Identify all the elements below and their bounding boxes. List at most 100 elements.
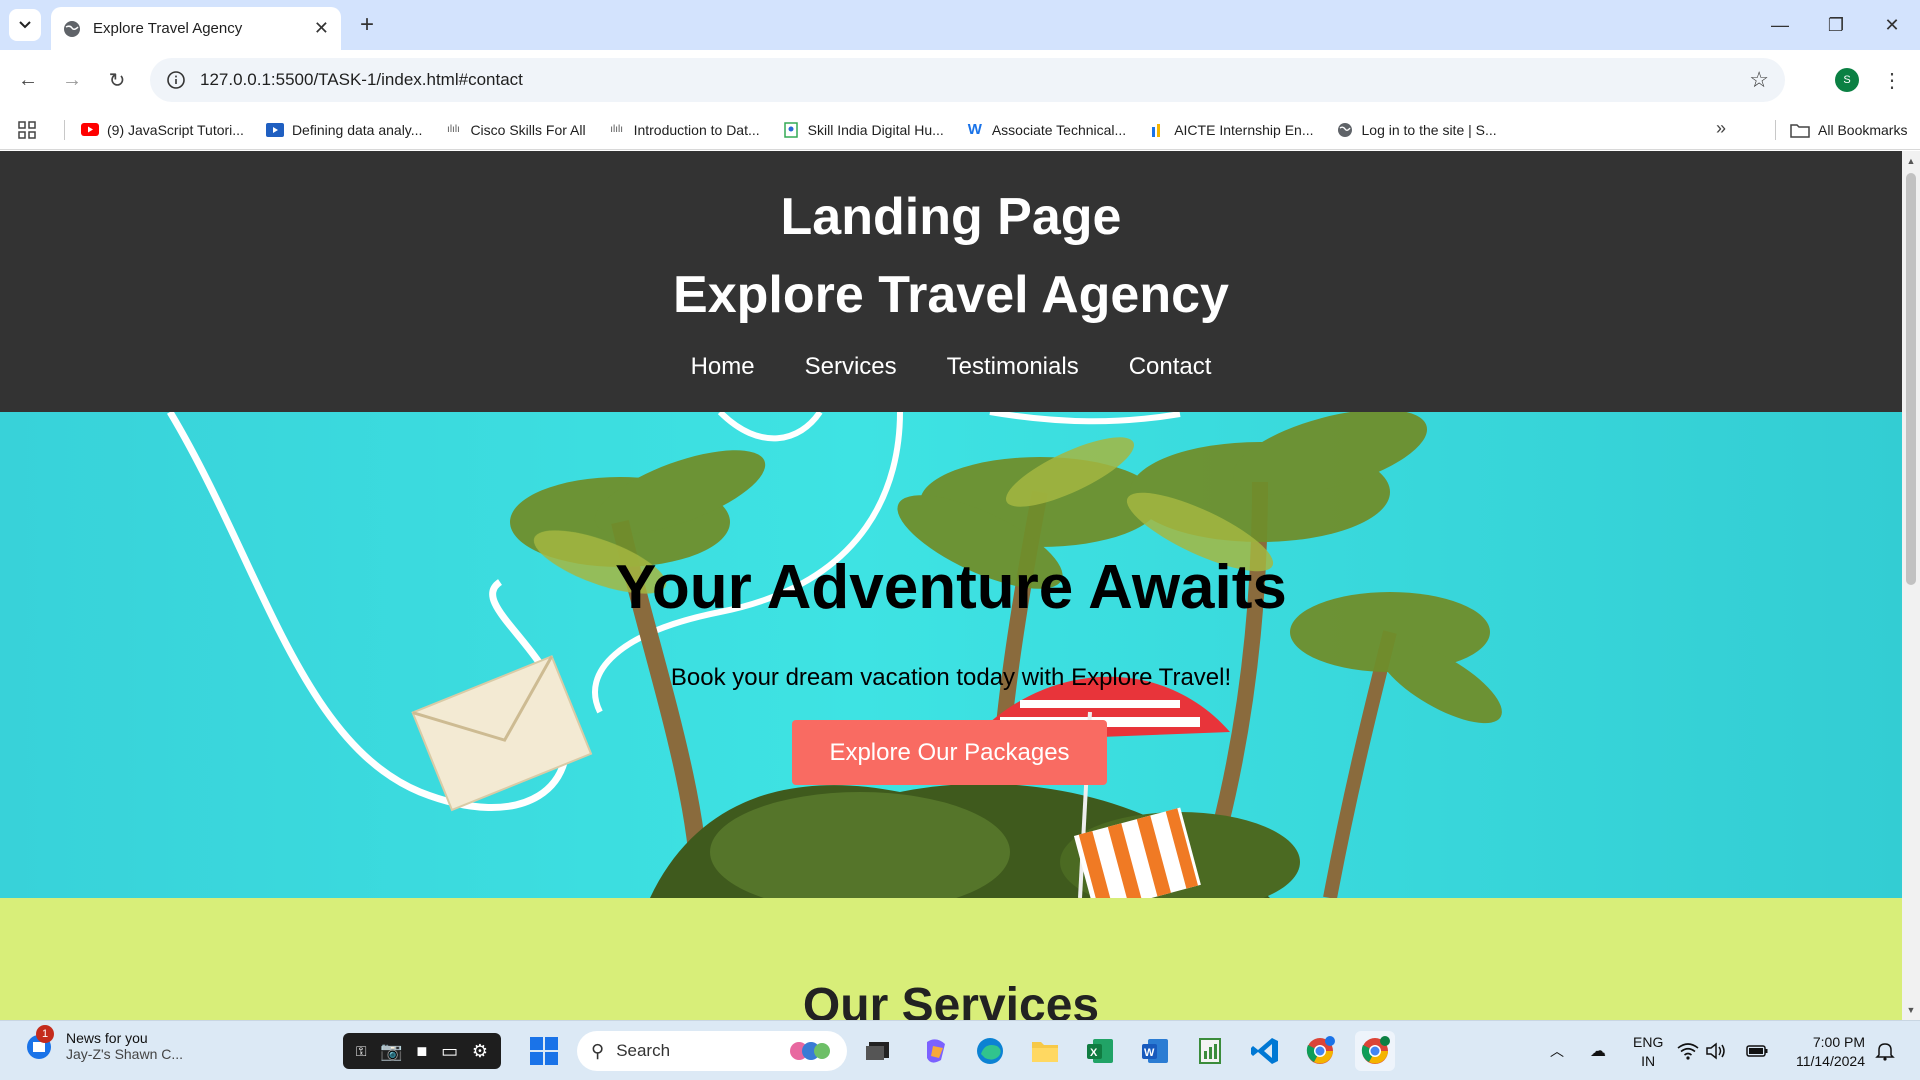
all-bookmarks-button[interactable]: All Bookmarks	[1775, 120, 1907, 140]
task-view-icon[interactable]	[858, 1031, 898, 1071]
file-explorer-icon[interactable]	[1025, 1031, 1065, 1071]
clock-date: 11/14/2024	[1795, 1053, 1865, 1069]
wifi-icon[interactable]	[1676, 1031, 1700, 1071]
header-title: Landing Page	[780, 188, 1122, 246]
cisco-icon: ılılı	[447, 124, 460, 135]
bookmark-item[interactable]: W Associate Technical...	[966, 121, 1127, 138]
gear-icon[interactable]: ⚙	[472, 1041, 488, 1062]
camera-icon[interactable]: 📷	[380, 1041, 402, 1062]
aicte-icon	[1148, 122, 1166, 138]
nav-link-services[interactable]: Services	[805, 353, 897, 381]
scroll-down-icon[interactable]: ▼	[1902, 1002, 1920, 1018]
notification-bell-icon[interactable]	[1872, 1031, 1898, 1071]
bookmark-item[interactable]: Defining data analy...	[265, 121, 423, 138]
news-badge: 1	[36, 1025, 54, 1043]
forward-button[interactable]: →	[56, 64, 88, 96]
tab-search-button[interactable]	[9, 9, 41, 41]
bookmark-label: Cisco Skills For All	[470, 121, 586, 138]
bookmark-item[interactable]: ılılı Introduction to Dat...	[608, 121, 760, 138]
bookmark-star-icon[interactable]: ☆	[1749, 67, 1769, 93]
w-icon: W	[967, 121, 982, 138]
address-bar[interactable]: 127.0.0.1:5500/TASK-1/index.html#contact…	[150, 58, 1785, 102]
onedrive-offline-icon[interactable]: ☁	[1590, 1041, 1606, 1061]
news-title: News for you	[66, 1030, 148, 1046]
chevron-up-icon[interactable]: ︿	[1550, 1041, 1564, 1061]
bookmark-label: Associate Technical...	[991, 121, 1127, 138]
scroll-up-icon[interactable]: ▲	[1902, 153, 1920, 169]
back-button[interactable]: ←	[12, 64, 44, 96]
active-tab[interactable]: Explore Travel Agency ✕	[51, 7, 341, 50]
scrollbar-thumb[interactable]	[1906, 173, 1916, 585]
site-header: Landing Page Explore Travel Agency Home …	[0, 151, 1902, 412]
news-widget[interactable]: 1 News for you Jay-Z's Shawn C...	[22, 1025, 184, 1063]
system-clock[interactable]: 7:00 PM 11/14/2024	[1785, 1033, 1865, 1071]
nav-link-testimonials[interactable]: Testimonials	[947, 353, 1079, 381]
window-capture-icon[interactable]: ▭	[441, 1041, 458, 1062]
minimize-button[interactable]: —	[1752, 0, 1808, 50]
svg-text:W: W	[1144, 1047, 1155, 1059]
page-scrollbar[interactable]: ▲ ▼	[1902, 151, 1920, 1020]
browser-toolbar: ← → ↻ 127.0.0.1:5500/TASK-1/index.html#c…	[0, 50, 1920, 110]
globe-icon	[1336, 122, 1354, 138]
bookmark-label: Log in to the site | S...	[1361, 121, 1497, 138]
hero-background-image	[166, 412, 1502, 898]
bookmark-item[interactable]: ılılı Cisco Skills For All	[444, 121, 586, 138]
tab-close-icon[interactable]: ✕	[314, 18, 329, 39]
browser-menu-icon[interactable]: ⋮	[1882, 64, 1902, 96]
site-info-icon[interactable]	[166, 70, 186, 90]
all-bookmarks-label: All Bookmarks	[1818, 122, 1908, 138]
hero-title: Your Adventure Awaits	[615, 553, 1287, 622]
bookmark-item[interactable]: Log in to the site | S...	[1336, 122, 1497, 138]
notepad-chart-icon[interactable]	[1190, 1031, 1230, 1071]
profile-avatar[interactable]: S	[1835, 68, 1859, 92]
volume-icon[interactable]	[1704, 1031, 1728, 1071]
bookmark-item[interactable]: AICTE Internship En...	[1148, 121, 1314, 138]
explore-packages-button[interactable]: Explore Our Packages	[792, 720, 1107, 785]
chrome-profile-s-icon[interactable]	[1355, 1031, 1395, 1071]
edge-browser-icon[interactable]	[970, 1031, 1010, 1071]
copilot-icon[interactable]	[916, 1031, 956, 1071]
news-subtitle: Jay-Z's Shawn C...	[66, 1046, 184, 1062]
capture-toolbar: ⚿ 📷 ■ ▭ ⚙	[343, 1033, 501, 1069]
bookmark-label: AICTE Internship En...	[1174, 121, 1314, 138]
nav-link-contact[interactable]: Contact	[1129, 353, 1212, 381]
hero-subtitle: Book your dream vacation today with Expl…	[670, 664, 1232, 691]
language-indicator[interactable]: ENG IN	[1633, 1033, 1663, 1071]
bookmark-label: (9) JavaScript Tutori...	[107, 121, 244, 138]
bookmark-item[interactable]: (9) JavaScript Tutori...	[81, 122, 244, 138]
system-tray: ︿ ☁	[1550, 1021, 1606, 1080]
apps-grid-icon[interactable]	[18, 120, 46, 139]
hero-section: Your Adventure Awaits Book your dream va…	[0, 412, 1902, 898]
bookmark-label: Defining data analy...	[291, 121, 423, 138]
restore-button[interactable]: ❐	[1808, 0, 1864, 50]
bookmark-separator	[64, 119, 65, 140]
site-title: Explore Travel Agency	[673, 266, 1229, 324]
more-bookmarks-icon[interactable]: »	[1716, 118, 1726, 139]
tab-title: Explore Travel Agency	[93, 20, 243, 37]
services-title: Our Services	[802, 979, 1100, 1020]
windows-start-icon[interactable]	[524, 1031, 564, 1071]
bookmark-item[interactable]: Skill India Digital Hu...	[782, 122, 944, 138]
battery-icon[interactable]	[1745, 1031, 1769, 1071]
search-icon: ⚲	[591, 1040, 605, 1061]
bookmark-label: Introduction to Dat...	[633, 121, 760, 138]
reload-button[interactable]: ↻	[101, 64, 133, 96]
capture-settings-icon[interactable]: ⚿	[356, 1043, 367, 1060]
taskbar-search[interactable]: ⚲ Search	[577, 1031, 847, 1071]
search-placeholder: Search	[616, 1041, 671, 1060]
nav-link-home[interactable]: Home	[691, 353, 755, 381]
excel-icon[interactable]: X	[1080, 1031, 1120, 1071]
region-code: IN	[1641, 1053, 1656, 1069]
word-icon[interactable]: W	[1135, 1031, 1175, 1071]
video-camera-icon[interactable]: ■	[416, 1041, 427, 1062]
new-tab-button[interactable]: +	[352, 10, 382, 40]
language-code: ENG	[1633, 1034, 1664, 1050]
bookmark-separator	[1775, 120, 1776, 140]
clock-time: 7:00 PM	[1812, 1034, 1865, 1050]
vscode-icon[interactable]	[1245, 1031, 1285, 1071]
chrome-profile-y-icon[interactable]	[1300, 1031, 1340, 1071]
news-icon: 1	[22, 1025, 56, 1063]
windows-taskbar: 1 News for you Jay-Z's Shawn C... ⚿ 📷 ■ …	[0, 1020, 1920, 1080]
close-window-button[interactable]: ✕	[1864, 0, 1920, 50]
url-text: 127.0.0.1:5500/TASK-1/index.html#contact	[200, 70, 523, 89]
